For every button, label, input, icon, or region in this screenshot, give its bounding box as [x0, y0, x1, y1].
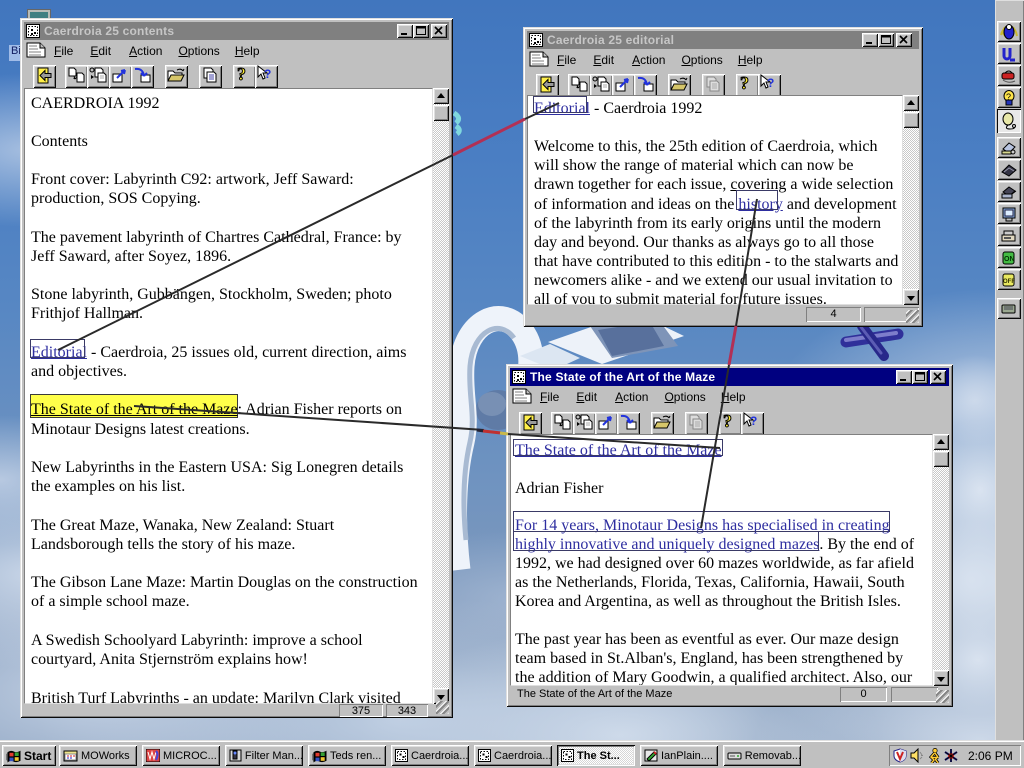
svg-text:OFF: OFF [1003, 279, 1015, 285]
svg-text:?: ? [264, 67, 271, 81]
svg-text:?: ? [237, 65, 246, 82]
svg-text:?: ? [740, 74, 749, 91]
svg-text:?: ? [767, 76, 774, 90]
svg-text:?: ? [1006, 92, 1011, 102]
svg-text:?: ? [723, 412, 732, 429]
svg-text:?: ? [750, 414, 757, 428]
svg-text:ON: ON [1004, 256, 1015, 263]
